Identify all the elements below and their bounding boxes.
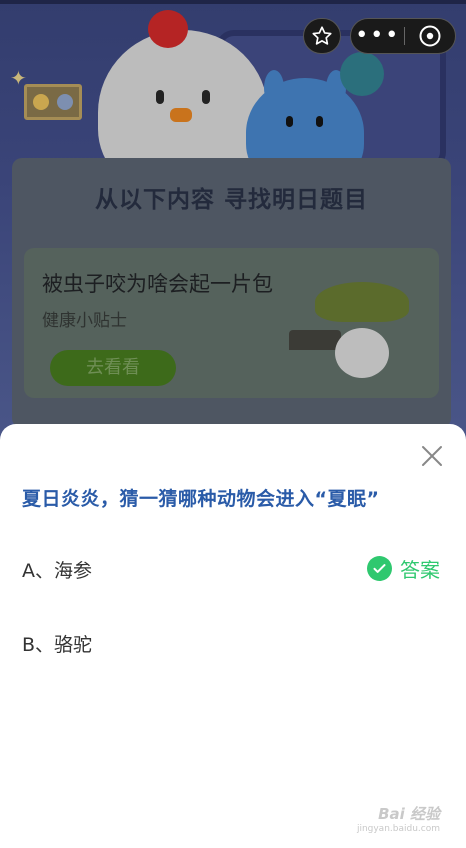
question-text: 夏日炎炎，猜一猜哪种动物会进入“夏眠” (22, 488, 380, 510)
baidu-jingyan-watermark: Bai 经验 jingyan.baidu.com (357, 803, 440, 834)
watermark-brand: Bai 经验 (378, 805, 440, 823)
close-icon (422, 446, 442, 466)
tip-title: 被虫子咬为啥会起一片包 (42, 272, 273, 296)
card-title: 从以下内容 寻找明日题目 (94, 187, 368, 213)
capsule-close-button[interactable] (405, 24, 455, 48)
check-icon (367, 556, 392, 581)
tomorrow-question-card: 从以下内容 寻找明日题目 被虫子咬为啥会起一片包 健康小贴士 去看看 (12, 158, 451, 428)
tip-subtitle: 健康小贴士 (42, 311, 127, 331)
sheet-close-button[interactable] (420, 444, 444, 468)
answer-badge: 答案 (367, 554, 440, 583)
go-see-button[interactable]: 去看看 (50, 350, 176, 386)
favorite-button[interactable] (303, 18, 341, 54)
answer-label: 答案 (400, 558, 440, 582)
health-tip-card[interactable]: 被虫子咬为啥会起一片包 健康小贴士 去看看 (24, 248, 439, 398)
medal-plaque-image (24, 84, 82, 120)
more-dots-icon[interactable]: ••• (351, 18, 404, 54)
star-icon (312, 26, 332, 45)
close-circle-icon (419, 25, 441, 47)
watermark-url: jingyan.baidu.com (356, 824, 440, 834)
answer-sheet: 夏日炎炎，猜一猜哪种动物会进入“夏眠” A、海参 答案 B、骆驼 Bai 经验 … (0, 424, 466, 848)
globe-image (340, 52, 384, 96)
tip-illustration (285, 272, 425, 384)
background-page: ✦ 从以下内容 寻找明日题目 被虫子咬为啥会起一片包 健康小贴士 去看看 (0, 0, 466, 440)
top-stripe (0, 0, 466, 4)
option-b[interactable]: B、骆驼 (22, 630, 92, 657)
mini-program-capsule: ••• (350, 18, 456, 54)
option-a[interactable]: A、海参 (22, 556, 92, 583)
